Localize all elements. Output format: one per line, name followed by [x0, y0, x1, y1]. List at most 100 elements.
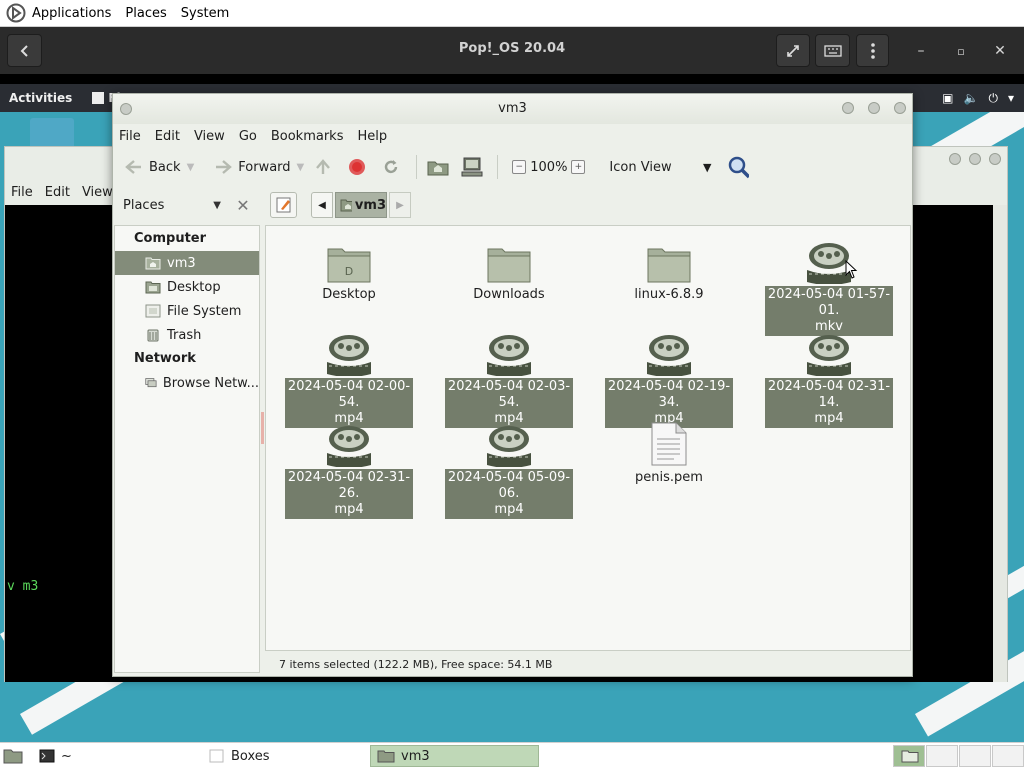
back-button[interactable]: [7, 34, 42, 67]
minimize-icon[interactable]: [949, 153, 961, 165]
terminal-scrollbar[interactable]: [993, 205, 1007, 682]
file-manager-window[interactable]: vm3 File Edit View Go Bookmarks Help Bac…: [112, 93, 913, 677]
breadcrumb-current[interactable]: vm3: [335, 192, 387, 218]
chevron-down-icon[interactable]: ▼: [297, 162, 305, 173]
file-item-downloads[interactable]: Downloads: [444, 232, 574, 304]
menu-file[interactable]: File: [119, 129, 141, 144]
zoom-out-icon[interactable]: −: [512, 160, 527, 174]
maximize-icon: ▫: [957, 44, 965, 58]
file-item-video[interactable]: 2024-05-04 05-09-06. mp4: [444, 415, 574, 519]
menu-edit[interactable]: Edit: [155, 129, 180, 144]
maximize-button[interactable]: ▫: [947, 39, 975, 63]
video-file-icon: [327, 426, 371, 467]
back-button[interactable]: Back ▼: [119, 152, 198, 182]
system-menu[interactable]: System: [181, 6, 229, 21]
chevron-down-icon[interactable]: ▼: [187, 162, 195, 173]
taskbar-boxes[interactable]: Boxes: [203, 745, 368, 767]
sidebar-item-file-system[interactable]: File System: [115, 299, 259, 323]
computer-button[interactable]: [457, 152, 491, 182]
sidebar-item-label: vm3: [167, 255, 196, 271]
breadcrumb-scroll-left[interactable]: ◀: [311, 192, 333, 218]
menu-view[interactable]: View: [82, 185, 113, 200]
workspace-4[interactable]: [992, 745, 1024, 767]
guest-display[interactable]: Activities Fi ▣ 🔈 ⏻ ▾ File Edit View v m…: [0, 74, 1024, 742]
workspace-3[interactable]: [959, 745, 991, 767]
menu-edit[interactable]: Edit: [45, 185, 70, 200]
close-icon[interactable]: [989, 153, 1001, 165]
up-button[interactable]: [308, 152, 342, 182]
window-titlebar[interactable]: vm3: [113, 94, 912, 124]
menu-button[interactable]: [856, 34, 889, 67]
taskbar-vm3[interactable]: vm3: [370, 745, 539, 767]
toolbar: Back ▼ Forward ▼ − 100% + Icon View ▼: [113, 150, 912, 184]
reload-button[interactable]: [376, 152, 410, 182]
close-sidebar-button[interactable]: ✕: [233, 193, 253, 217]
sidebar-item-vm3[interactable]: vm3: [115, 251, 259, 275]
file-label: Downloads: [473, 287, 545, 302]
system-tray[interactable]: ▣ 🔈 ⏻ ▾: [942, 91, 1014, 106]
file-item-video[interactable]: 2024-05-04 02-31-26. mp4: [284, 415, 414, 519]
sidebar-item-trash[interactable]: Trash: [115, 323, 259, 347]
menu-view[interactable]: View: [194, 129, 225, 144]
breadcrumb-scroll-right[interactable]: ▶: [389, 192, 411, 218]
view-mode-select[interactable]: Icon View ▼: [605, 152, 715, 182]
stop-button[interactable]: [342, 152, 376, 182]
mate-logo-icon[interactable]: [6, 3, 26, 23]
maximize-icon[interactable]: [868, 102, 880, 114]
sidebar-item-desktop[interactable]: Desktop: [115, 275, 259, 299]
pane-splitter[interactable]: [261, 412, 264, 444]
menu-help[interactable]: Help: [357, 129, 387, 144]
workspace-1[interactable]: [893, 745, 925, 767]
chevron-left-icon: ◀: [318, 199, 326, 211]
forward-button[interactable]: Forward ▼: [208, 152, 308, 182]
window-controls: [842, 102, 906, 114]
minimize-button[interactable]: –: [907, 39, 935, 63]
folder-icon: [487, 248, 531, 283]
window-title: vm3: [498, 101, 527, 116]
reload-icon: [385, 160, 398, 174]
menu-file[interactable]: File: [11, 185, 33, 200]
arrow-left-icon: [125, 160, 141, 174]
applications-menu[interactable]: Applications: [32, 6, 111, 21]
file-item-desktop[interactable]: D Desktop: [284, 232, 414, 304]
home-folder-icon: [145, 257, 161, 270]
location-bar: Places ▼ ✕ ◀ vm3 ▶: [113, 190, 912, 220]
file-item-video[interactable]: 2024-05-04 02-00-54. mp4: [284, 324, 414, 428]
workspace-2[interactable]: [926, 745, 958, 767]
fullscreen-button[interactable]: [776, 34, 810, 67]
file-item-pem[interactable]: penis.pem: [604, 415, 734, 487]
chevron-down-icon: ▾: [1007, 91, 1014, 105]
file-item-video[interactable]: 2024-05-04 02-19-34. mp4: [604, 324, 734, 428]
activities-button[interactable]: Activities: [9, 91, 72, 105]
file-item-video[interactable]: 2024-05-04 01-57-01. mkv: [764, 232, 894, 336]
home-button[interactable]: [423, 152, 457, 182]
sidebar-header-computer: Computer: [134, 231, 207, 246]
places-menu[interactable]: Places: [125, 6, 166, 21]
zoom-in-icon[interactable]: +: [571, 160, 586, 174]
boxes-icon: [209, 749, 224, 763]
search-button[interactable]: [723, 152, 757, 182]
menu-go[interactable]: Go: [239, 129, 257, 144]
file-view[interactable]: D Desktop Downloads linux-6.8.9 2024-05-…: [265, 225, 911, 651]
sidebar-item-label: Trash: [167, 327, 202, 343]
task-label: Boxes: [231, 748, 270, 764]
taskbar-terminal[interactable]: ~: [33, 745, 203, 767]
toggle-location-entry-button[interactable]: [270, 192, 297, 218]
close-icon[interactable]: [894, 102, 906, 114]
close-button[interactable]: ✕: [986, 39, 1014, 63]
sidebar-item-browse-network[interactable]: Browse Netw...: [115, 371, 259, 395]
guest-top-border: [0, 74, 1024, 84]
sidebar-type-select[interactable]: Places ▼: [123, 193, 229, 217]
file-item-linux[interactable]: linux-6.8.9: [604, 232, 734, 304]
desktop-folder-icon: [145, 281, 161, 294]
maximize-icon[interactable]: [969, 153, 981, 165]
file-item-video[interactable]: 2024-05-04 02-31-14. mp4: [764, 324, 894, 428]
zoom-control: − 100% +: [504, 152, 593, 182]
show-desktop-icon[interactable]: [3, 748, 23, 764]
back-label: Back: [149, 159, 181, 175]
folder-icon: [647, 248, 691, 283]
keyboard-button[interactable]: [815, 34, 850, 67]
file-item-video[interactable]: 2024-05-04 02-03-54. mp4: [444, 324, 574, 428]
minimize-icon[interactable]: [842, 102, 854, 114]
menu-bookmarks[interactable]: Bookmarks: [271, 129, 344, 144]
